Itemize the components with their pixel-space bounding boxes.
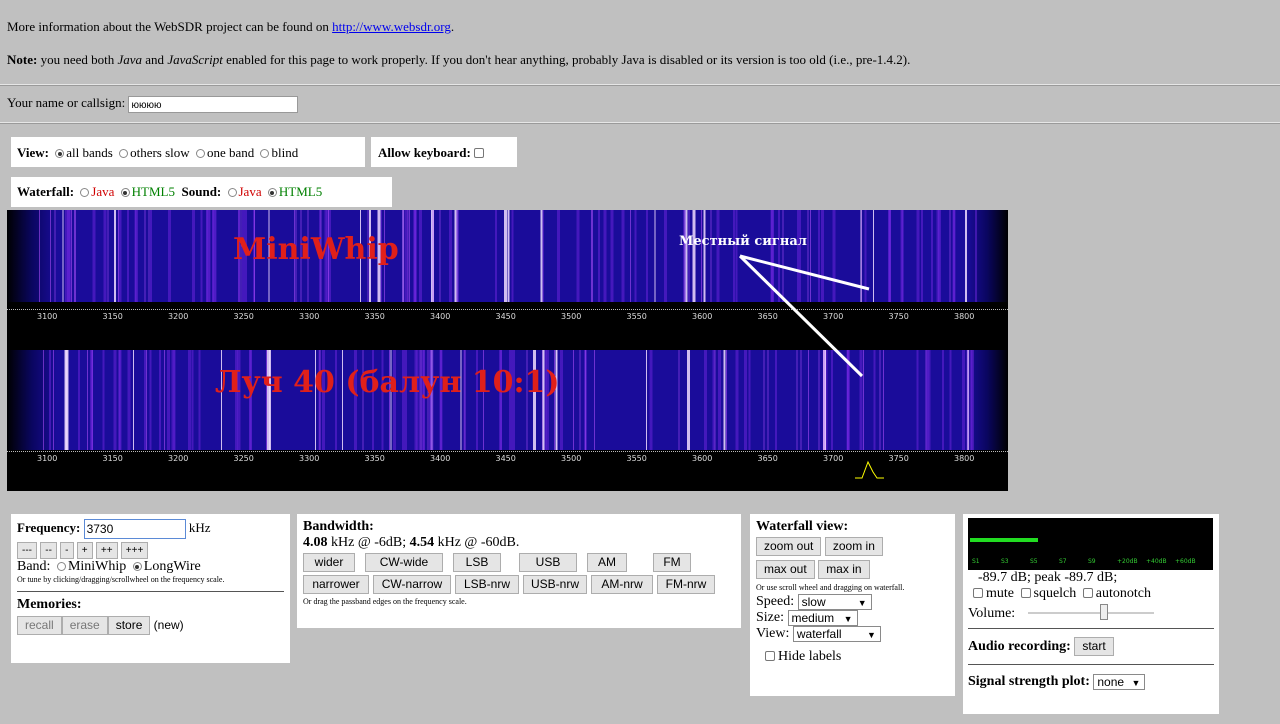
s-meter-tick: S9 xyxy=(1088,558,1096,565)
waterfall-java-radio[interactable] xyxy=(80,188,90,197)
step-down-3-button[interactable]: --- xyxy=(17,542,37,559)
bw-narrower-button[interactable]: narrower xyxy=(303,575,369,594)
bw-lsb-nrw-button[interactable]: LSB-nrw xyxy=(455,575,519,594)
chevron-down-icon: ▼ xyxy=(866,630,876,641)
signal-plot-select[interactable]: none ▼ xyxy=(1093,674,1146,690)
bandwidth-row-2: narrower CW-narrow LSB-nrw USB-nrw AM-nr… xyxy=(303,575,735,594)
s-meter-tick: +40dB xyxy=(1146,558,1167,565)
keyboard-box: Allow keyboard: xyxy=(371,137,517,167)
step-down-2-button[interactable]: -- xyxy=(40,542,57,559)
bw-cw-wide-button[interactable]: CW-wide xyxy=(365,553,443,572)
bw-am-nrw-button[interactable]: AM-nrw xyxy=(591,575,653,594)
chevron-down-icon: ▼ xyxy=(843,614,853,625)
bw-usb-nrw-button[interactable]: USB-nrw xyxy=(523,575,587,594)
step-up-3-button[interactable]: +++ xyxy=(120,542,149,559)
memory-recall-button[interactable]: recall xyxy=(17,616,62,635)
chevron-down-icon: ▼ xyxy=(1131,678,1141,688)
annotation-arrows xyxy=(738,254,884,479)
s-meter-tick: S5 xyxy=(1030,558,1038,565)
bw-am-button[interactable]: AM xyxy=(587,553,627,572)
view-others-slow-radio[interactable] xyxy=(119,149,129,158)
band-miniwhip-radio[interactable] xyxy=(56,562,66,571)
s-meter-bar xyxy=(970,538,1038,542)
memory-status: (new) xyxy=(153,618,184,632)
intro-text: More information about the WebSDR projec… xyxy=(7,19,455,34)
view-mode-select[interactable]: waterfall ▼ xyxy=(792,626,881,643)
recording-start-button[interactable]: start xyxy=(1074,637,1114,656)
bandwidth-row-1: wider CW-wide LSB USB AM FM xyxy=(303,553,735,572)
bw-lsb-button[interactable]: LSB xyxy=(453,553,501,572)
waterfall-hint: Or use scroll wheel and dragging on wate… xyxy=(756,583,905,592)
bw-fm-button[interactable]: FM xyxy=(653,553,691,572)
signal-level: -89.7 dB; peak -89.7 dB; xyxy=(978,570,1118,585)
callsign-row: Your name or callsign: юююю xyxy=(7,95,299,113)
divider xyxy=(0,84,1280,86)
passband-hint: Or drag the passband edges on the freque… xyxy=(303,597,467,606)
frequency-input[interactable]: 3730 xyxy=(83,519,186,539)
bandwidth-panel: Bandwidth: 4.08 kHz @ -6dB; 4.54 kHz @ -… xyxy=(297,514,741,628)
zoom-out-button[interactable]: zoom out xyxy=(756,537,822,556)
waterfall-display[interactable]: 3100 3150 3200 3250 3300 3350 3400 3450 3500 3550… xyxy=(7,210,1008,491)
audio-panel: S1 S3 S5 S7 S9 +20dB +40dB +60dB -89.7 dB; peak… xyxy=(963,514,1219,714)
waterfall-view-panel: Waterfall view: zoom out zoom in max out… xyxy=(750,514,955,696)
bw-usb-button[interactable]: USB xyxy=(519,553,577,572)
bw-wider-button[interactable]: wider xyxy=(303,553,355,572)
bw-cw-narrow-button[interactable]: CW-narrow xyxy=(373,575,451,594)
view-one-band-radio[interactable] xyxy=(195,149,205,158)
allow-keyboard-checkbox[interactable] xyxy=(473,148,484,158)
mode-selector: Waterfall: Java HTML5 Sound: Java HTML5 xyxy=(11,177,392,207)
step-down-1-button[interactable]: - xyxy=(60,542,74,559)
memory-store-button[interactable]: store xyxy=(107,616,151,635)
max-in-button[interactable]: max in xyxy=(818,560,870,579)
waterfall-html5-radio[interactable] xyxy=(120,188,130,197)
view-blind-radio[interactable] xyxy=(260,149,270,158)
sound-java-radio[interactable] xyxy=(227,188,237,197)
volume-slider[interactable] xyxy=(1028,612,1154,614)
max-out-button[interactable]: max out xyxy=(756,560,815,579)
note-text: Note: you need both Java and JavaScript … xyxy=(7,52,911,67)
s-meter-tick: S1 xyxy=(972,558,980,565)
s-meter-tick: S3 xyxy=(1001,558,1009,565)
sound-html5-radio[interactable] xyxy=(267,188,277,197)
websdr-link[interactable]: http://www.websdr.org xyxy=(332,19,451,34)
s-meter-tick: +60dB xyxy=(1175,558,1196,565)
divider xyxy=(0,122,1280,124)
step-up-1-button[interactable]: + xyxy=(76,542,93,559)
size-select[interactable]: medium ▼ xyxy=(787,610,858,627)
callsign-input[interactable]: юююю xyxy=(128,95,299,113)
autonotch-checkbox[interactable] xyxy=(1082,588,1093,598)
volume-slider-thumb[interactable] xyxy=(1099,604,1108,620)
bw-fm-nrw-button[interactable]: FM-nrw xyxy=(657,575,715,594)
speed-select[interactable]: slow ▼ xyxy=(797,594,872,610)
step-up-2-button[interactable]: ++ xyxy=(95,542,118,559)
squelch-checkbox[interactable] xyxy=(1020,588,1031,598)
tuning-hint: Or tune by clicking/dragging/scrollwheel… xyxy=(17,575,225,584)
view-all-bands-radio[interactable] xyxy=(55,149,65,158)
s-meter-tick: +20dB xyxy=(1117,558,1138,565)
chevron-down-icon: ▼ xyxy=(857,598,867,608)
view-selector: View: all bands others slow one band bli… xyxy=(11,137,365,167)
mute-checkbox[interactable] xyxy=(973,588,983,598)
band-longwire-radio[interactable] xyxy=(132,562,142,571)
memory-erase-button[interactable]: erase xyxy=(61,616,108,635)
frequency-panel: Frequency: 3730 kHz --- -- - + ++ +++ Ba… xyxy=(11,514,290,663)
hide-labels-checkbox[interactable] xyxy=(765,650,775,661)
s-meter-tick: S7 xyxy=(1059,558,1067,565)
s-meter: S1 S3 S5 S7 S9 +20dB +40dB +60dB xyxy=(968,518,1213,570)
zoom-in-button[interactable]: zoom in xyxy=(824,537,883,556)
